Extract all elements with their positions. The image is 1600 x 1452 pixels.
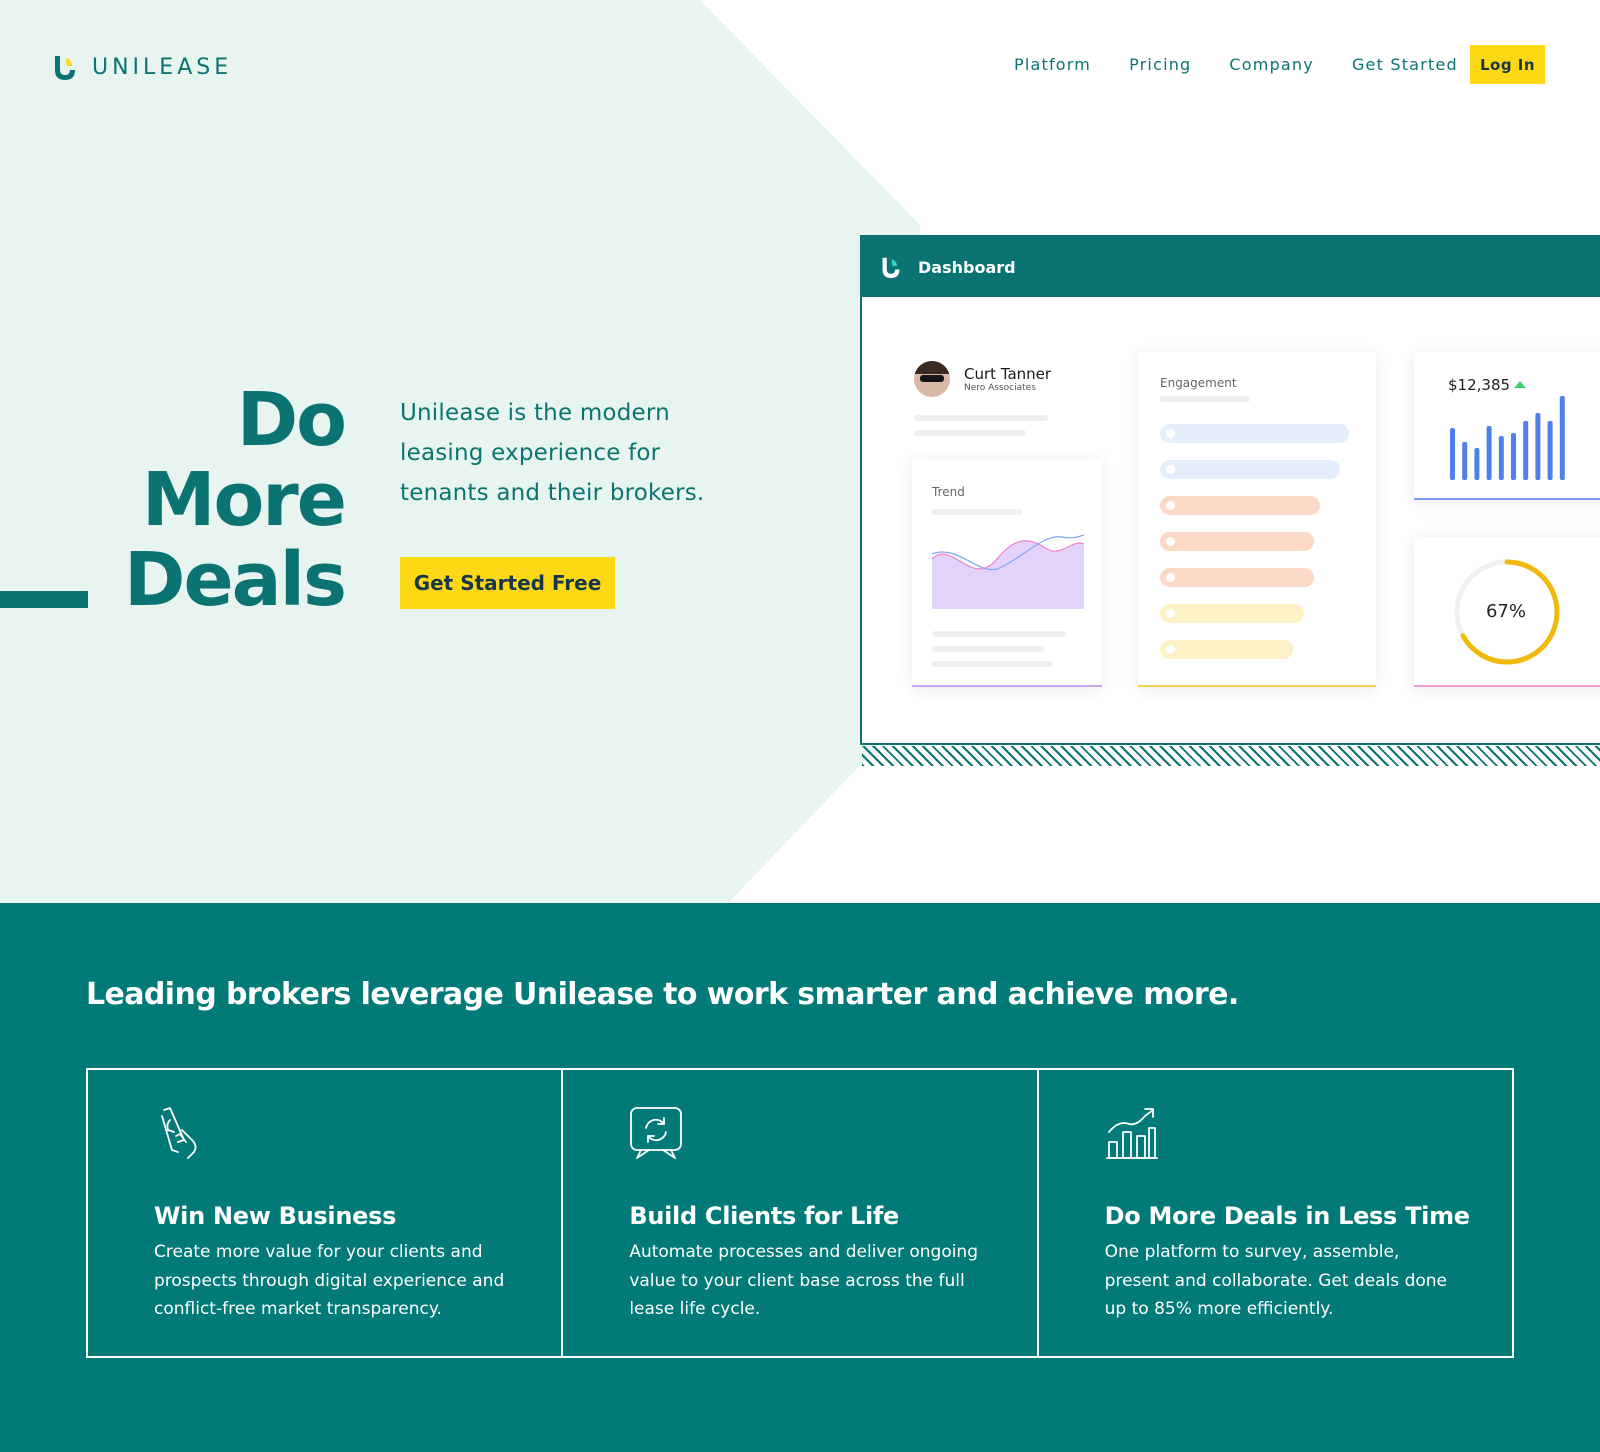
feature-win-new-business: Win New Business Create more value for y… <box>88 1070 564 1356</box>
trend-card-title: Trend <box>932 485 965 499</box>
hero-section: UNILEASE Platform Pricing Company Get St… <box>0 0 1600 903</box>
engagement-bar <box>1160 640 1293 659</box>
engagement-card: Engagement <box>1138 352 1376 687</box>
logo-mark-icon <box>55 56 75 80</box>
profile-block: Curt Tanner Nero Associates <box>914 361 1051 397</box>
headline-accent-bar <box>0 591 88 608</box>
headline-line-3: Deals <box>124 537 347 623</box>
brand-name: UNILEASE <box>92 54 233 80</box>
dashboard-logo-icon <box>882 257 900 278</box>
revenue-bar <box>1559 396 1565 480</box>
growth-chart-icon <box>1105 1108 1158 1159</box>
profile-org: Nero Associates <box>964 383 1036 393</box>
engagement-bar <box>1160 568 1314 587</box>
revenue-bar <box>1462 442 1468 480</box>
revenue-bar <box>1523 421 1529 480</box>
engagement-bar <box>1160 460 1340 479</box>
feature-grid: Win New Business Create more value for y… <box>86 1068 1514 1358</box>
avatar <box>914 361 950 397</box>
dashboard-preview: Dashboard Curt Tanner Nero Associates Tr… <box>860 235 1600 745</box>
placeholder-line <box>932 661 1052 667</box>
chat-refresh-icon <box>630 1107 683 1159</box>
feature-title: Do More Deals in Less Time <box>1104 1202 1470 1230</box>
progress-card: 67% <box>1414 537 1600 687</box>
brand-logo[interactable]: UNILEASE <box>52 54 232 80</box>
feature-description: Automate processes and deliver ongoing v… <box>629 1242 979 1319</box>
features-heading: Leading brokers leverage Unilease to wor… <box>86 977 1239 1012</box>
phone-touch-icon <box>161 1107 197 1159</box>
placeholder-line <box>1160 396 1250 402</box>
features-section: Leading brokers leverage Unilease to wor… <box>0 903 1600 1452</box>
feature-title: Build Clients for Life <box>629 1202 899 1230</box>
hero-headline: Do More Deals <box>124 377 347 623</box>
trend-area-chart <box>932 534 1084 609</box>
feature-description: Create more value for your clients and p… <box>154 1242 505 1319</box>
main-nav: Platform Pricing Company Get Started <box>980 44 1496 84</box>
placeholder-line <box>932 646 1044 652</box>
feature-description: One platform to survey, assemble, presen… <box>1104 1242 1447 1319</box>
revenue-bar <box>1498 436 1504 480</box>
login-button[interactable]: Log In <box>1470 45 1545 84</box>
feature-title: Win New Business <box>154 1202 397 1230</box>
feature-build-clients: Build Clients for Life Automate processe… <box>563 1070 1039 1356</box>
revenue-bar <box>1511 433 1516 480</box>
nav-company[interactable]: Company <box>1229 55 1314 74</box>
revenue-bar <box>1535 413 1541 480</box>
revenue-card: $12,385 <box>1414 352 1600 500</box>
revenue-bar <box>1450 428 1455 480</box>
revenue-bar-chart <box>1450 396 1565 480</box>
nav-get-started[interactable]: Get Started <box>1352 55 1458 74</box>
headline-line-1: Do <box>236 377 347 463</box>
placeholder-line <box>914 415 1048 421</box>
engagement-card-title: Engagement <box>1160 376 1237 390</box>
placeholder-line <box>932 631 1066 637</box>
nav-pricing[interactable]: Pricing <box>1129 55 1191 74</box>
placeholder-line <box>914 430 1026 436</box>
engagement-bar <box>1160 604 1304 623</box>
trend-up-icon <box>1514 381 1526 388</box>
revenue-bar <box>1547 421 1553 480</box>
revenue-bar <box>1474 448 1480 480</box>
placeholder-line <box>932 509 1022 515</box>
hero-subtitle: Unilease is the modern leasing experienc… <box>400 400 705 506</box>
dashboard-header: Dashboard <box>862 237 1600 297</box>
revenue-bar <box>1486 426 1492 480</box>
progress-label: 67% <box>1485 601 1526 622</box>
feature-do-more-deals: Do More Deals in Less Time One platform … <box>1039 1070 1512 1356</box>
nav-platform[interactable]: Platform <box>1014 55 1091 74</box>
get-started-free-button[interactable]: Get Started Free <box>400 557 615 609</box>
profile-name: Curt Tanner <box>964 365 1052 383</box>
headline-line-2: More <box>141 457 347 543</box>
dashboard-title: Dashboard <box>918 257 1016 277</box>
dashboard-hatch-pattern <box>862 746 1600 766</box>
engagement-bar <box>1160 532 1314 551</box>
engagement-bar <box>1160 424 1349 443</box>
trend-card: Trend <box>912 459 1102 687</box>
engagement-bar <box>1160 496 1320 515</box>
